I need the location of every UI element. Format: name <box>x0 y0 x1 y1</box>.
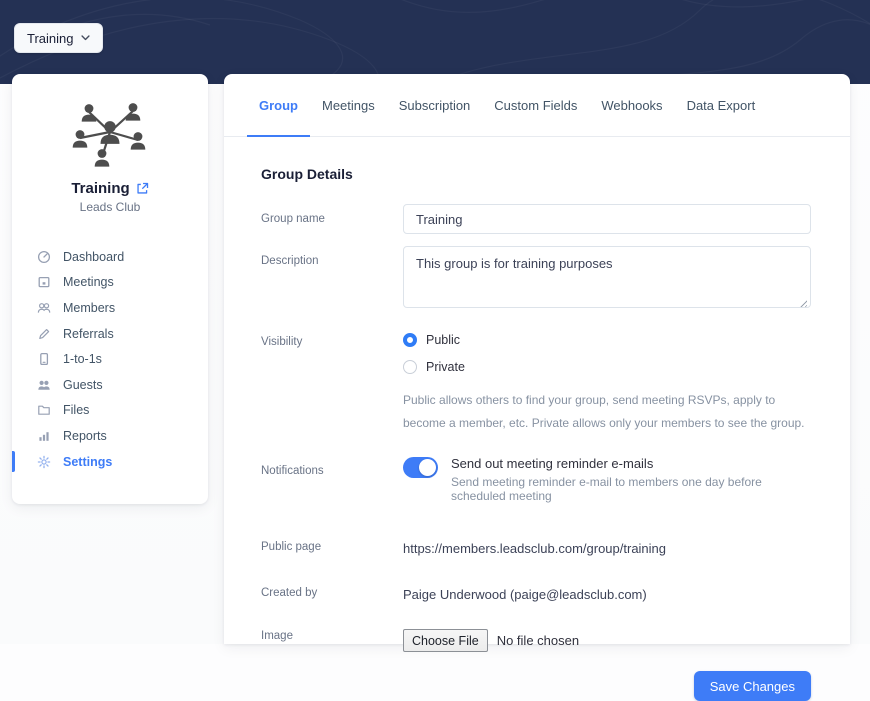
group-name-input[interactable] <box>403 204 811 234</box>
toggle-knob <box>419 459 436 476</box>
radio-public-label: Public <box>426 332 461 347</box>
reminder-toggle[interactable] <box>403 457 438 478</box>
tab-custom-fields[interactable]: Custom Fields <box>493 74 578 136</box>
tab-meetings[interactable]: Meetings <box>321 74 376 136</box>
sidebar-menu: Dashboard Meetings Members Referrals 1-t… <box>12 244 208 474</box>
form-row-created-by: Created by Paige Underwood (paige@leadsc… <box>261 586 811 604</box>
contour-pattern <box>0 0 870 84</box>
calendar-icon <box>38 277 50 288</box>
group-switcher-button[interactable]: Training <box>14 23 104 53</box>
tab-webhooks[interactable]: Webhooks <box>600 74 663 136</box>
form-row-notifications: Notifications Send out meeting reminder … <box>261 456 811 503</box>
public-page-url[interactable]: https://members.leadsclub.com/group/trai… <box>403 541 666 556</box>
sidebar-item-label: Settings <box>63 454 113 469</box>
group-switcher-label: Training <box>27 30 74 46</box>
sidebar-item-label: Referrals <box>63 326 114 341</box>
bar-chart-icon <box>39 432 49 441</box>
save-changes-button[interactable]: Save Changes <box>693 671 811 701</box>
sidebar-item-guests[interactable]: Guests <box>12 372 208 398</box>
one-to-one-icon <box>40 353 49 366</box>
visibility-help-text: Public allows others to find your group,… <box>403 393 805 430</box>
group-name-label: Group name <box>261 213 325 225</box>
radio-private-label: Private <box>426 359 465 374</box>
sidebar-item-label: Dashboard <box>63 249 125 264</box>
description-label: Description <box>261 255 319 267</box>
org-name-text: Leads Club <box>79 200 141 214</box>
section-title: Group Details <box>261 166 353 182</box>
form-row-image: Image Choose File No file chosen <box>261 629 811 652</box>
sidebar-item-label: Files <box>63 403 90 418</box>
reminder-toggle-label: Send out meeting reminder e-mails <box>451 456 654 471</box>
radio-private-icon[interactable] <box>403 360 417 374</box>
group-title-row: Training <box>12 180 208 197</box>
sidebar-item-referrals[interactable]: Referrals <box>12 321 208 347</box>
group-sidebar: Training Leads Club Dashboard Meetings M… <box>12 74 208 504</box>
sidebar-item-label: Reports <box>63 428 107 443</box>
notifications-label: Notifications <box>261 465 324 477</box>
sidebar-item-label: Guests <box>63 377 103 392</box>
radio-option-public[interactable]: Public <box>403 327 811 353</box>
reminder-help-text: Send meeting reminder e-mail to members … <box>451 475 762 503</box>
members-icon <box>37 303 51 313</box>
created-by-value: Paige Underwood (paige@leadsclub.com) <box>403 587 647 602</box>
tab-group[interactable]: Group <box>247 74 310 137</box>
sidebar-item-label: 1-to-1s <box>63 352 102 367</box>
tab-subscription[interactable]: Subscription <box>398 74 472 136</box>
radio-public-icon[interactable] <box>403 333 417 347</box>
choose-file-button[interactable]: Choose File <box>403 629 488 652</box>
file-status-text: No file chosen <box>496 633 580 648</box>
group-name-text: Training <box>71 180 130 197</box>
form-row-group-name: Group name <box>261 204 811 234</box>
sidebar-item-label: Members <box>63 300 116 315</box>
people-network-icon <box>72 103 146 167</box>
form-row-visibility: Visibility Public Private Public allows … <box>261 327 811 435</box>
image-label: Image <box>261 630 293 642</box>
radio-option-private[interactable]: Private <box>403 354 811 380</box>
sidebar-item-1-to-1s[interactable]: 1-to-1s <box>12 346 208 372</box>
visibility-label: Visibility <box>261 336 303 348</box>
chevron-down-icon <box>81 35 91 41</box>
gauge-icon <box>37 250 51 263</box>
sidebar-item-meetings[interactable]: Meetings <box>12 270 208 296</box>
sidebar-item-members[interactable]: Members <box>12 295 208 321</box>
guests-icon <box>38 380 50 390</box>
top-navy-band <box>0 0 870 84</box>
sidebar-item-settings[interactable]: Settings <box>12 449 208 475</box>
pencil-icon <box>39 328 50 339</box>
external-link-icon[interactable] <box>136 182 149 195</box>
sidebar-item-reports[interactable]: Reports <box>12 423 208 449</box>
description-textarea[interactable]: This group is for training purposes <box>403 246 811 308</box>
gear-icon <box>37 455 51 468</box>
sidebar-item-files[interactable]: Files <box>12 398 208 424</box>
settings-tabs: Group Meetings Subscription Custom Field… <box>224 74 850 137</box>
form-row-description: Description This group is for training p… <box>261 246 811 313</box>
public-page-label: Public page <box>261 541 322 553</box>
folder-icon <box>38 405 50 416</box>
created-by-label: Created by <box>261 587 318 599</box>
form-row-public-page: Public page https://members.leadsclub.co… <box>261 540 811 558</box>
group-settings-panel: Group Meetings Subscription Custom Field… <box>224 74 850 701</box>
sidebar-item-dashboard[interactable]: Dashboard <box>12 244 208 270</box>
sidebar-item-label: Meetings <box>63 275 114 290</box>
tab-data-export[interactable]: Data Export <box>686 74 757 136</box>
